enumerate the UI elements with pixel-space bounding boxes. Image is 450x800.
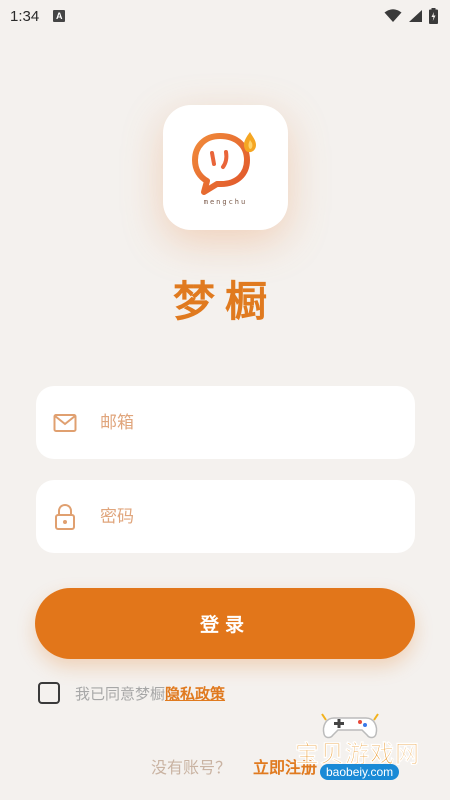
lock-icon <box>52 503 78 530</box>
logo-wordmark: mengchu <box>203 197 248 206</box>
app-title: 梦橱 <box>172 277 277 326</box>
watermark-url: baobeiy.com <box>320 764 400 780</box>
watermark: 宝贝游戏网 baobeiy.com <box>290 712 440 794</box>
notification-app-icon: A <box>53 10 66 22</box>
privacy-policy-link[interactable]: 隐私政策 <box>165 683 225 704</box>
password-field[interactable] <box>36 480 415 553</box>
status-icons <box>384 8 438 24</box>
status-bar: 1:34 A <box>0 0 450 32</box>
battery-icon <box>429 8 438 24</box>
app-logo: mengchu <box>163 105 288 230</box>
signal-icon <box>409 10 422 22</box>
mail-icon <box>52 410 78 436</box>
logo-mascot-icon <box>191 131 256 195</box>
agreement-checkbox[interactable] <box>38 682 60 704</box>
no-account-text: 没有账号？ <box>150 758 231 777</box>
agreement-text: 我已同意梦橱 <box>75 684 166 703</box>
email-input[interactable] <box>100 412 380 433</box>
password-input[interactable] <box>100 506 380 527</box>
login-button[interactable]: 登录 <box>35 588 415 659</box>
wifi-icon <box>384 9 402 22</box>
email-field[interactable] <box>36 386 415 459</box>
agreement-row: 我已同意梦橱 隐私政策 <box>38 682 225 704</box>
status-time: 1:34 <box>10 7 40 25</box>
